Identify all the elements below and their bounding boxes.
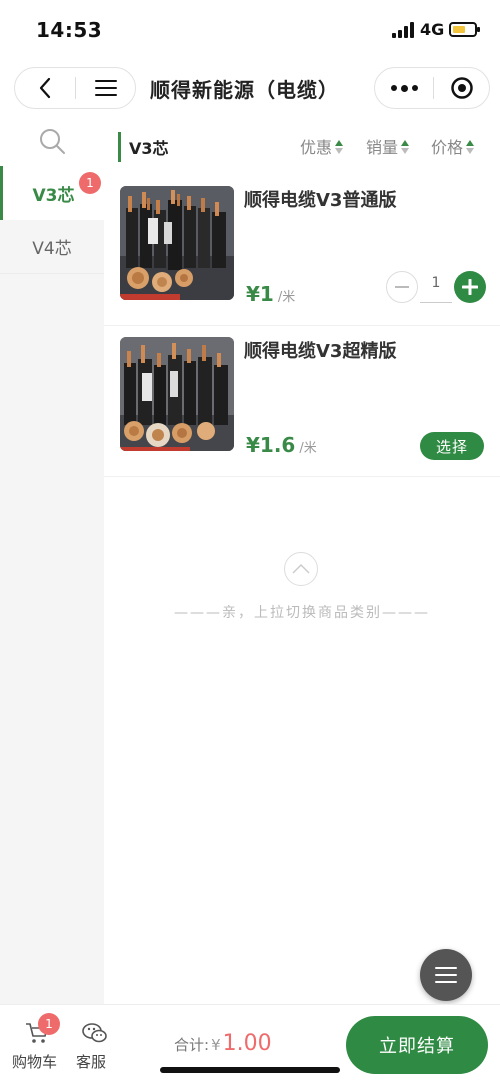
quantity-input[interactable]: 1 — [420, 270, 452, 303]
sort-arrows-icon — [466, 140, 475, 154]
nav-capsule-left — [14, 67, 136, 109]
price-value: ¥1.6 — [246, 433, 296, 457]
sidebar-item-v4[interactable]: V4芯 — [0, 220, 104, 274]
product-card[interactable]: 顺得电缆V3超精版 ¥1.6/米 选择 — [104, 327, 500, 477]
bottom-bar: 1 购物车 客服 合计: ¥ 1.00 立即结算 — [0, 1004, 500, 1083]
nav-capsule-right — [374, 67, 490, 109]
total-label: 合计: — [174, 1036, 210, 1054]
product-name: 顺得电缆V3超精版 — [244, 341, 397, 362]
total-currency: ¥ — [211, 1036, 221, 1054]
sidebar-item-badge: 1 — [79, 172, 101, 194]
sort-sales[interactable]: 销量 — [366, 134, 410, 158]
close-miniprogram-button[interactable] — [434, 68, 490, 108]
sidebar-item-v3[interactable]: V3芯 1 — [0, 166, 104, 220]
sidebar-item-label: V4芯 — [32, 239, 72, 259]
checkout-button[interactable]: 立即结算 — [346, 1016, 488, 1074]
service-label: 客服 — [76, 1053, 107, 1071]
plus-icon — [462, 279, 478, 295]
pull-up-arrow-icon — [284, 552, 318, 586]
page-title: 顺得新能源（电缆） — [150, 78, 339, 102]
customer-service-button[interactable]: 客服 — [76, 1019, 116, 1073]
decrease-button[interactable] — [386, 271, 418, 303]
sort-label: 价格 — [431, 138, 464, 157]
cart-button[interactable]: 1 购物车 — [12, 1013, 62, 1073]
product-list: V3芯 优惠 销量 价格 顺得电缆V3普通版 ¥1 /米 1 顺得电缆V3超精版… — [104, 116, 500, 1004]
search-icon — [40, 129, 65, 154]
product-price: ¥1.6/米 — [246, 433, 317, 457]
product-price: ¥1/米 — [246, 282, 295, 306]
more-button[interactable] — [375, 68, 433, 108]
product-image[interactable] — [120, 186, 234, 300]
dot-icon — [390, 85, 397, 91]
category-sidebar: V3芯 1 V4芯 — [0, 116, 104, 1004]
product-name: 顺得电缆V3普通版 — [244, 190, 397, 211]
back-button[interactable] — [15, 68, 75, 108]
sort-arrows-icon — [335, 140, 344, 154]
hamburger-line — [435, 967, 457, 969]
status-time: 14:53 — [36, 18, 103, 42]
floating-menu-button[interactable] — [420, 949, 472, 1001]
quantity-stepper: 1 — [386, 270, 486, 304]
select-spec-button[interactable]: 选择 — [420, 432, 484, 460]
filter-bar: V3芯 优惠 销量 价格 — [104, 116, 500, 174]
pull-up-hint: ———亲，上拉切换商品类别——— — [174, 605, 430, 621]
product-image[interactable] — [120, 337, 234, 451]
hamburger-icon — [95, 80, 117, 96]
signal-icon — [392, 22, 416, 38]
category-title: V3芯 — [118, 132, 169, 162]
sort-price[interactable]: 价格 — [431, 134, 475, 158]
home-menu-button[interactable] — [76, 68, 136, 108]
increase-button[interactable] — [454, 271, 486, 303]
price-value: ¥1 — [246, 282, 274, 306]
price-unit: /米 — [299, 441, 317, 456]
price-unit: /米 — [277, 290, 296, 305]
sort-arrows-icon — [401, 140, 410, 154]
minus-icon — [395, 286, 409, 288]
sidebar-item-label: V3芯 — [32, 185, 75, 206]
hamburger-line — [435, 974, 457, 976]
chevron-left-icon — [39, 77, 51, 99]
cart-label: 购物车 — [12, 1053, 58, 1071]
sort-label: 销量 — [366, 138, 399, 157]
total-amount: 1.00 — [222, 1031, 272, 1056]
sort-label: 优惠 — [300, 138, 333, 157]
cart-badge: 1 — [38, 1013, 60, 1035]
home-indicator — [160, 1067, 340, 1073]
network-type: 4G — [420, 20, 445, 39]
product-card[interactable]: 顺得电缆V3普通版 ¥1/米 1 — [104, 176, 500, 326]
battery-icon — [449, 22, 480, 37]
status-bar: 14:53 4G — [0, 0, 500, 62]
sidebar-search-button[interactable] — [0, 116, 104, 166]
target-icon — [451, 77, 473, 99]
hamburger-line — [435, 981, 457, 983]
cart-total: 合计: ¥ 1.00 — [174, 1031, 272, 1056]
dot-icon — [411, 85, 418, 91]
sort-discount[interactable]: 优惠 — [300, 134, 344, 158]
wechat-icon — [82, 1023, 107, 1043]
nav-bar: 顺得新能源（电缆） — [0, 62, 500, 116]
dot-icon — [400, 84, 408, 92]
